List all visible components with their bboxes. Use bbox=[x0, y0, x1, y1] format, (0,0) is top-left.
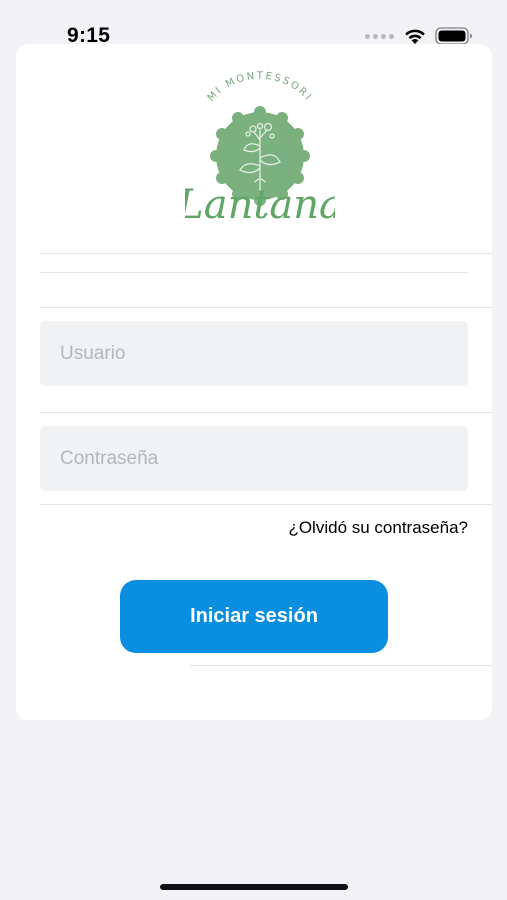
lantana-logo: MI MONTESSORI Lantana bbox=[185, 71, 335, 226]
separator bbox=[40, 272, 468, 273]
home-indicator bbox=[160, 884, 348, 890]
status-icons bbox=[365, 27, 473, 45]
username-input[interactable] bbox=[40, 321, 468, 386]
separator bbox=[40, 504, 492, 505]
separator bbox=[40, 253, 492, 254]
separator bbox=[40, 307, 492, 308]
battery-icon bbox=[435, 27, 472, 45]
signal-dots-icon bbox=[365, 33, 394, 39]
logo-tagline: MI MONTESSORI bbox=[206, 71, 312, 104]
login-button[interactable]: Iniciar sesión bbox=[120, 580, 388, 653]
login-screen: 9:15 MI MONTESSORI Lantana Usuario ¿Olvi… bbox=[0, 0, 507, 900]
password-input[interactable] bbox=[40, 426, 468, 491]
logo-name: Lantana bbox=[185, 182, 335, 226]
login-card: MI MONTESSORI Lantana Usuario ¿Olvidó su… bbox=[16, 44, 492, 720]
separator bbox=[40, 412, 492, 413]
wifi-icon bbox=[405, 29, 425, 44]
svg-text:MI MONTESSORI: MI MONTESSORI bbox=[206, 71, 315, 104]
forgot-password-link[interactable]: ¿Olvidó su contraseña? bbox=[288, 518, 468, 538]
separator bbox=[190, 665, 492, 666]
